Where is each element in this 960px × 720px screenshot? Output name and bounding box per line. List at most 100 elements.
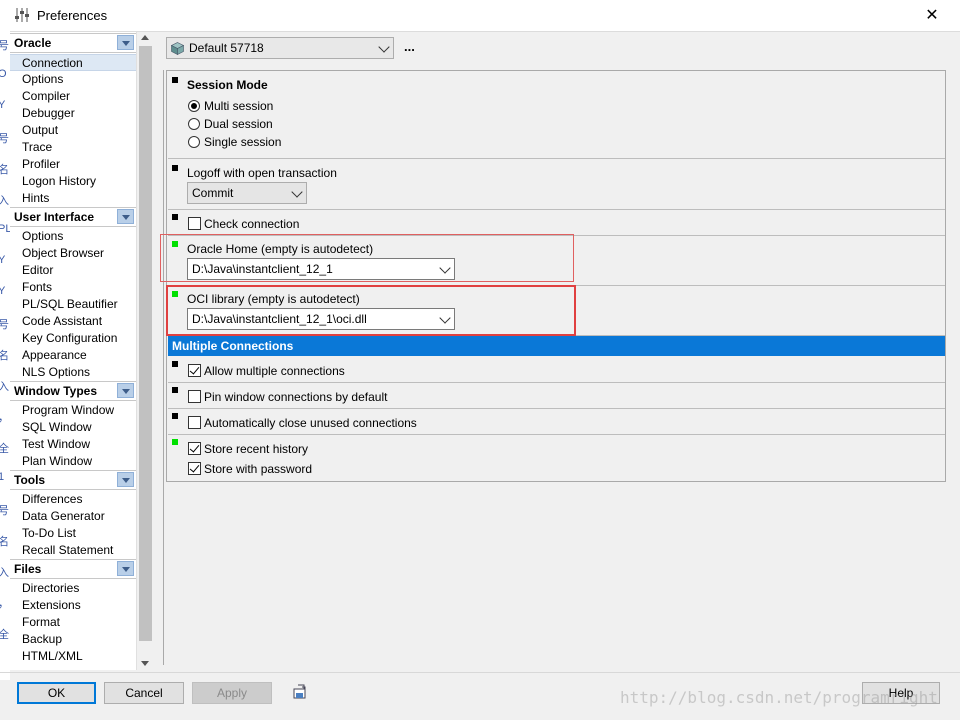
divider (163, 70, 164, 665)
sidebar-group-files[interactable]: Files (10, 559, 136, 579)
sidebar-item-data-generator[interactable]: Data Generator (10, 508, 136, 525)
divider (0, 672, 960, 673)
sidebar-item-program-window[interactable]: Program Window (10, 402, 136, 419)
logoff-select[interactable]: Commit (187, 182, 307, 204)
background-glyph: Y (0, 254, 6, 266)
background-glyph: 全 (0, 629, 9, 641)
sidebar-item-pl-sql-beautifier[interactable]: PL/SQL Beautifier (10, 296, 136, 313)
sidebar-item-label: Program Window (22, 403, 115, 417)
sidebar-item-options[interactable]: Options (10, 71, 136, 88)
pin-window-section: Pin window connections by default (168, 382, 945, 409)
single-session-radio[interactable] (188, 136, 200, 148)
check-connection-section: Check connection (168, 209, 945, 236)
connection-profile-dropdown[interactable]: Default 57718 (166, 37, 394, 59)
changed-marker (172, 439, 178, 445)
pin-window-checkbox[interactable] (188, 390, 201, 403)
apply-label: Apply (216, 686, 248, 700)
sidebar-item-backup[interactable]: Backup (10, 631, 136, 648)
sidebar-item-label: Data Generator (22, 509, 105, 523)
sidebar-item-html-xml[interactable]: HTML/XML (10, 648, 136, 665)
sidebar-item-recall-statement[interactable]: Recall Statement (10, 542, 136, 559)
apply-button[interactable]: Apply (192, 682, 272, 704)
scrollbar-thumb[interactable] (139, 46, 152, 641)
sidebar-item-output[interactable]: Output (10, 122, 136, 139)
sidebar-item-compiler[interactable]: Compiler (10, 88, 136, 105)
check-connection-checkbox[interactable] (188, 217, 201, 230)
sidebar-item-label: Plan Window (22, 454, 93, 468)
profile-more-button[interactable]: ... (404, 39, 415, 54)
sidebar-item-test-window[interactable]: Test Window (10, 436, 136, 453)
sidebar-item-label: Connection (22, 56, 83, 70)
sidebar-item-options[interactable]: Options (10, 228, 136, 245)
sidebar-item-connection[interactable]: Connection (10, 54, 136, 71)
collapse-chevron-icon[interactable] (117, 383, 134, 398)
sidebar-group-window-types[interactable]: Window Types (10, 381, 136, 401)
background-glyph: 入 (0, 195, 9, 207)
multi-session-radio[interactable] (188, 100, 200, 112)
close-icon: ✕ (925, 7, 939, 24)
dual-session-label: Dual session (204, 117, 273, 131)
sidebar-item-label: NLS Options (22, 365, 91, 379)
sidebar-group-tools[interactable]: Tools (10, 470, 136, 490)
sidebar-group-user-interface[interactable]: User Interface (10, 207, 136, 227)
store-password-checkbox[interactable] (188, 462, 201, 475)
sidebar-item-format[interactable]: Format (10, 614, 136, 631)
background-glyph: Y (0, 99, 6, 111)
auto-close-checkbox[interactable] (188, 416, 201, 429)
cancel-button[interactable]: Cancel (104, 682, 184, 704)
sidebar-item-label: Backup (22, 632, 63, 646)
sidebar-item-directories[interactable]: Directories (10, 580, 136, 597)
sidebar-item-object-browser[interactable]: Object Browser (10, 245, 136, 262)
sidebar-item-hints[interactable]: Hints (10, 190, 136, 207)
history-section: Store recent history Store with password (168, 434, 945, 481)
title-bar: Preferences ✕ (0, 0, 960, 32)
sidebar-item-nls-options[interactable]: NLS Options (10, 364, 136, 381)
collapse-chevron-icon[interactable] (117, 561, 134, 576)
background-glyph: 1 (0, 471, 5, 483)
pin-window-label: Pin window connections by default (204, 390, 388, 404)
annotation-box-oci-library (166, 285, 576, 336)
sidebar-item-differences[interactable]: Differences (10, 491, 136, 508)
scroll-down-arrow-icon[interactable] (141, 661, 149, 666)
sidebar-item-profiler[interactable]: Profiler (10, 156, 136, 173)
sidebar-item-extensions[interactable]: Extensions (10, 597, 136, 614)
chevron-down-icon (291, 186, 303, 198)
background-glyph: 号 (0, 505, 9, 517)
background-glyph: ， (0, 595, 9, 611)
dual-session-radio[interactable] (188, 118, 200, 130)
background-window-strip: 号OY号名入PLYY号名入，全1号名入，全 (0, 31, 10, 680)
collapse-chevron-icon[interactable] (117, 209, 134, 224)
default-marker (172, 77, 178, 83)
sidebar-group-oracle[interactable]: Oracle (10, 33, 136, 53)
sidebar-item-key-configuration[interactable]: Key Configuration (10, 330, 136, 347)
sidebar-item-sql-window[interactable]: SQL Window (10, 419, 136, 436)
sidebar-item-plan-window[interactable]: Plan Window (10, 453, 136, 470)
sidebar-scrollbar[interactable] (136, 32, 154, 670)
sidebar-item-logon-history[interactable]: Logon History (10, 173, 136, 190)
scroll-up-arrow-icon[interactable] (141, 35, 149, 40)
collapse-chevron-icon[interactable] (117, 472, 134, 487)
sidebar-item-fonts[interactable]: Fonts (10, 279, 136, 296)
sidebar-item-label: Debugger (22, 106, 75, 120)
session-mode-section: Session Mode Multi session Dual session … (168, 71, 945, 159)
sidebar-item-debugger[interactable]: Debugger (10, 105, 136, 122)
sidebar-item-appearance[interactable]: Appearance (10, 347, 136, 364)
sidebar-item-code-assistant[interactable]: Code Assistant (10, 313, 136, 330)
sidebar-item-trace[interactable]: Trace (10, 139, 136, 156)
collapse-chevron-icon[interactable] (117, 35, 134, 50)
allow-multiple-section: Allow multiple connections (168, 356, 945, 383)
store-history-checkbox[interactable] (188, 442, 201, 455)
sidebar-item-to-do-list[interactable]: To-Do List (10, 525, 136, 542)
ok-button[interactable]: OK (17, 682, 96, 704)
save-preferences-icon[interactable] (292, 684, 308, 700)
auto-close-label: Automatically close unused connections (204, 416, 417, 430)
default-marker (172, 413, 178, 419)
close-button[interactable]: ✕ (912, 4, 952, 26)
logoff-label: Logoff with open transaction (187, 166, 337, 180)
chevron-down-icon (378, 41, 390, 53)
preferences-sliders-icon (15, 8, 29, 22)
sidebar-item-editor[interactable]: Editor (10, 262, 136, 279)
sidebar-item-label: Code Assistant (22, 314, 103, 328)
allow-multiple-checkbox[interactable] (188, 364, 201, 377)
preferences-sidebar: Oracle Connection Options Compiler Debugger O… (10, 32, 136, 670)
